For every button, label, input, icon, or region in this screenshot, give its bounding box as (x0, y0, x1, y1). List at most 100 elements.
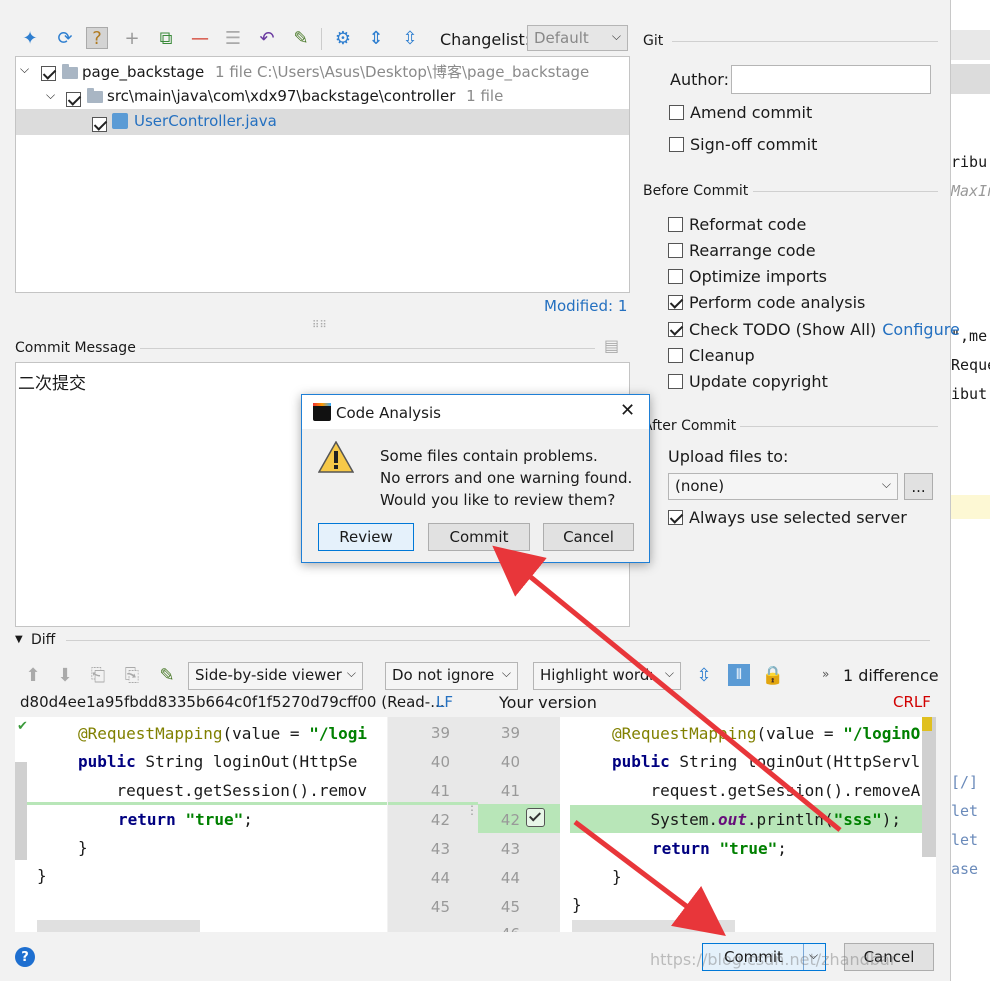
review-button[interactable]: Review (318, 523, 414, 551)
option-label: Update copyright (689, 372, 828, 391)
always-use-checkbox[interactable] (668, 510, 683, 525)
popup-title: Code Analysis (336, 404, 441, 422)
perform-code-analysis-option[interactable]: Perform code analysis (668, 293, 865, 312)
code-line: public String loginOut(HttpSe (78, 752, 358, 771)
diff-gutter: ⋮ 39 40 41 42 43 44 45 39 40 41 42 43 44… (388, 717, 560, 932)
browse-servers-button[interactable]: ... (904, 473, 933, 500)
option-label: Rearrange code (689, 241, 816, 260)
edit-source-icon[interactable]: ✎ (290, 27, 312, 49)
tree-row-file[interactable]: UserController.java (16, 109, 629, 135)
expand-all-icon[interactable]: ⇕ (365, 27, 387, 49)
chevron-down-icon[interactable]: ⌵ (46, 88, 55, 103)
settings-gear-icon[interactable]: ⚙ (332, 27, 354, 49)
amend-commit-option[interactable]: Amend commit (669, 103, 812, 122)
edit-source-icon[interactable]: ✎ (156, 664, 178, 686)
splitter-handle[interactable]: ⋮ (466, 803, 478, 817)
ignore-whitespace-select[interactable]: Do not ignore ⌵ (385, 662, 518, 690)
popup-cancel-button[interactable]: Cancel (543, 523, 634, 551)
unversioned-files-icon[interactable]: ? (86, 27, 108, 49)
close-icon[interactable]: ✕ (620, 400, 635, 421)
reformat-checkbox[interactable] (668, 217, 683, 232)
chevron-down-icon: ⌵ (346, 666, 356, 680)
gutter-insertion-line (388, 802, 478, 805)
right-line-number: 46 (490, 925, 520, 932)
cleanup-checkbox[interactable] (668, 348, 683, 363)
collapse-triangle-icon[interactable]: ▼ (15, 634, 23, 645)
next-file-icon[interactable]: ⎘ (121, 664, 143, 686)
upload-server-select[interactable]: (none) ⌵ (668, 473, 898, 500)
sync-scroll-icon[interactable]: ⦀ (728, 664, 750, 686)
refresh-icon[interactable]: ⟳ (54, 27, 76, 49)
folder-checkbox[interactable] (66, 92, 81, 107)
bg-editor-line: ribu (951, 153, 988, 171)
toolbar-separator (321, 28, 322, 50)
warning-stripe-marker[interactable] (922, 717, 932, 731)
rearrange-checkbox[interactable] (668, 243, 683, 258)
left-line-number: 43 (430, 840, 450, 858)
horizontal-scrollbar[interactable] (37, 920, 200, 932)
code-line: } (612, 867, 622, 886)
splitter-handle[interactable]: ⠿⠿ (312, 320, 327, 331)
author-label: Author: (670, 70, 729, 89)
double-chevron-icon[interactable]: » (822, 667, 829, 681)
diff-left-pane[interactable]: ✔ @RequestMapping(value = "/logi public … (15, 717, 387, 932)
chevron-down-icon[interactable]: ⌵ (20, 62, 29, 77)
section-divider (672, 41, 938, 42)
collapse-unchanged-icon[interactable]: ⇳ (693, 664, 715, 686)
cleanup-option[interactable]: Cleanup (668, 346, 755, 365)
collapse-all-icon[interactable]: ⇳ (399, 27, 421, 49)
previous-file-icon[interactable]: ⎗ (87, 664, 109, 686)
diff-arrows-icon[interactable]: ✦ (19, 27, 41, 49)
optimize-checkbox[interactable] (668, 269, 683, 284)
update-copyright-option[interactable]: Update copyright (668, 372, 828, 391)
section-divider (740, 426, 938, 427)
changelist-select[interactable]: Default ⌵ (527, 25, 628, 51)
viewer-mode-select[interactable]: Side-by-side viewer ⌵ (188, 662, 363, 690)
recent-messages-icon[interactable]: ▤ (604, 336, 619, 355)
bg-editor-line: ibut (951, 385, 988, 403)
right-scroll-marker[interactable] (922, 717, 936, 857)
optimize-imports-option[interactable]: Optimize imports (668, 267, 827, 286)
reformat-code-option[interactable]: Reformat code (668, 215, 806, 234)
right-line-separator[interactable]: CRLF (893, 693, 931, 711)
horizontal-scrollbar[interactable] (572, 920, 735, 932)
popup-commit-button[interactable]: Commit (428, 523, 530, 551)
code-analysis-checkbox[interactable] (668, 295, 683, 310)
bg-editor-line: MaxIn (951, 182, 990, 200)
diff-right-pane[interactable]: @RequestMapping(value = "/loginO public … (560, 717, 936, 932)
chevron-down-icon: ⌵ (501, 666, 511, 680)
root-checkbox[interactable] (41, 66, 56, 81)
author-input[interactable] (731, 65, 931, 94)
lock-icon[interactable]: 🔒 (762, 664, 784, 686)
amend-checkbox[interactable] (669, 105, 684, 120)
configure-link[interactable]: Configure (882, 320, 960, 339)
left-scroll-marker[interactable] (15, 762, 27, 860)
diff-section-label: Diff (31, 632, 56, 648)
add-icon[interactable]: + (121, 27, 143, 49)
signoff-checkbox[interactable] (669, 137, 684, 152)
help-button[interactable]: ? (15, 947, 35, 967)
rollback-icon[interactable]: ↶ (256, 27, 278, 49)
previous-difference-icon[interactable]: ⬆ (22, 664, 44, 686)
left-line-separator[interactable]: LF (436, 693, 453, 711)
tree-row-folder[interactable]: ⌵ src\main\java\com\xdx97\backstage\cont… (16, 84, 629, 110)
popup-message-line1: Some files contain problems. (380, 447, 598, 465)
file-checkbox[interactable] (92, 117, 107, 132)
check-todo-option[interactable]: Check TODO (Show All) Configure (668, 320, 960, 339)
remove-icon[interactable]: — (189, 27, 211, 49)
include-change-checkbox[interactable] (526, 808, 545, 827)
right-line-number: 40 (500, 753, 520, 771)
copyright-checkbox[interactable] (668, 374, 683, 389)
signoff-commit-option[interactable]: Sign-off commit (669, 135, 817, 154)
check-todo-checkbox[interactable] (668, 322, 683, 337)
always-use-server-option[interactable]: Always use selected server (668, 508, 907, 527)
changes-tree[interactable]: ⌵ page_backstage 1 file C:\Users\Asus\De… (15, 56, 630, 293)
group-by-icon[interactable]: ☰ (222, 27, 244, 49)
highlight-select[interactable]: Highlight words ⌵ (533, 662, 681, 690)
next-difference-icon[interactable]: ⬇ (54, 664, 76, 686)
rearrange-code-option[interactable]: Rearrange code (668, 241, 816, 260)
code-line: } (37, 866, 47, 885)
tree-row-root[interactable]: ⌵ page_backstage 1 file C:\Users\Asus\De… (16, 58, 629, 84)
left-line-number: 39 (430, 724, 450, 742)
move-to-changelist-icon[interactable]: ⧉ (155, 27, 177, 49)
